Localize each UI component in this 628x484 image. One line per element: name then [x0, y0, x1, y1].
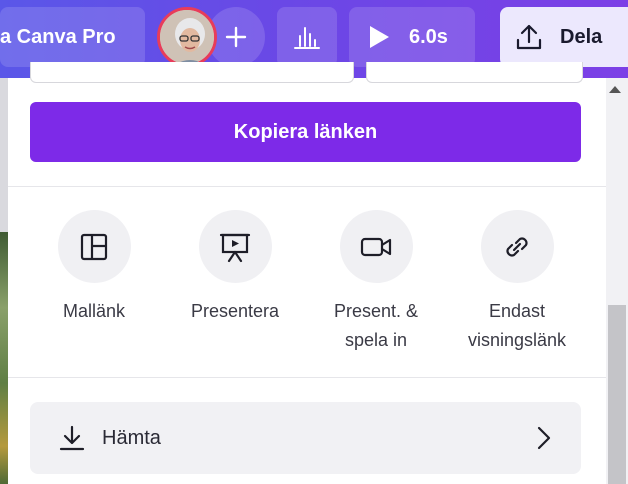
share-button[interactable]: Dela [500, 7, 628, 67]
canvas-thumbnail [0, 232, 8, 484]
record-video-icon-circle[interactable] [339, 210, 413, 283]
scrollbar-thumb[interactable] [608, 305, 626, 484]
present-icon [219, 233, 251, 262]
option-template-link[interactable]: Mallänk [24, 210, 164, 326]
bar-chart-icon [294, 27, 320, 49]
divider [8, 377, 606, 378]
try-canva-pro-button[interactable]: a Canva Pro [0, 7, 145, 67]
option-present-record[interactable]: Present. & spela in [306, 210, 446, 355]
avatar-photo [160, 10, 214, 64]
play-preview-button[interactable]: 6.0s [349, 7, 475, 67]
option-label: Present. & spela in [333, 301, 419, 350]
option-label: Presentera [190, 301, 280, 321]
download-icon [59, 425, 85, 451]
divider [8, 186, 606, 187]
link-icon-circle[interactable] [480, 210, 554, 283]
chevron-right-icon [537, 426, 551, 450]
template-link-icon [80, 233, 108, 260]
link-icon [506, 236, 528, 257]
option-present[interactable]: Presentera [165, 210, 305, 326]
copy-link-button[interactable]: Kopiera länken [30, 102, 581, 162]
scroll-up-arrow-icon[interactable] [609, 86, 621, 93]
option-label: Endast visningslänk [467, 301, 567, 350]
option-view-only-link[interactable]: Endast visningslänk [447, 210, 587, 355]
plus-icon [225, 26, 247, 48]
user-avatar[interactable] [157, 7, 217, 67]
download-label: Hämta [102, 426, 161, 449]
duration-label: 6.0s [409, 25, 448, 48]
copy-link-label: Kopiera länken [233, 120, 378, 143]
access-dropdown[interactable] [366, 62, 583, 83]
pro-button-label: a Canva Pro [0, 25, 116, 48]
upload-icon [516, 24, 542, 50]
record-video-icon [360, 237, 392, 256]
download-row[interactable]: Hämta [30, 402, 581, 474]
share-button-label: Dela [560, 25, 603, 48]
option-label: Mallänk [62, 301, 126, 321]
collaborator-field[interactable] [30, 62, 354, 83]
insights-button[interactable] [277, 7, 337, 67]
present-icon-circle[interactable] [198, 210, 272, 283]
play-icon [370, 26, 389, 48]
template-link-icon-circle[interactable] [57, 210, 131, 283]
